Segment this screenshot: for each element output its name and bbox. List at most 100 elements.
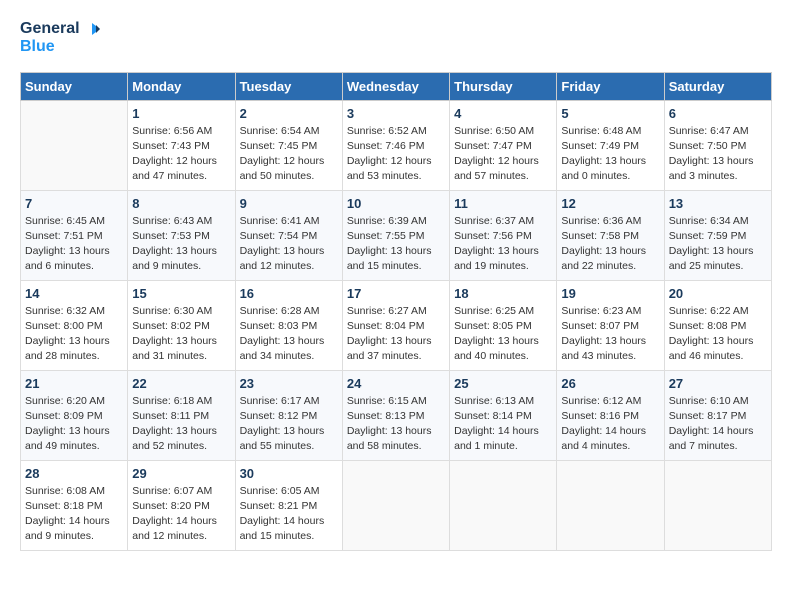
day-info: Sunrise: 6:32 AM Sunset: 8:00 PM Dayligh… xyxy=(25,304,123,365)
day-number: 1 xyxy=(132,106,230,121)
day-number: 26 xyxy=(561,376,659,391)
day-info: Sunrise: 6:15 AM Sunset: 8:13 PM Dayligh… xyxy=(347,394,445,455)
day-number: 19 xyxy=(561,286,659,301)
day-info: Sunrise: 6:43 AM Sunset: 7:53 PM Dayligh… xyxy=(132,214,230,275)
day-info: Sunrise: 6:52 AM Sunset: 7:46 PM Dayligh… xyxy=(347,124,445,185)
day-info: Sunrise: 6:17 AM Sunset: 8:12 PM Dayligh… xyxy=(240,394,338,455)
day-cell: 20 Sunrise: 6:22 AM Sunset: 8:08 PM Dayli… xyxy=(664,280,771,370)
day-info: Sunrise: 6:36 AM Sunset: 7:58 PM Dayligh… xyxy=(561,214,659,275)
day-number: 12 xyxy=(561,196,659,211)
day-cell xyxy=(21,100,128,190)
day-cell: 25 Sunrise: 6:13 AM Sunset: 8:14 PM Dayli… xyxy=(450,370,557,460)
logo-blue: Blue xyxy=(20,38,100,56)
day-cell: 11 Sunrise: 6:37 AM Sunset: 7:56 PM Dayli… xyxy=(450,190,557,280)
day-info: Sunrise: 6:10 AM Sunset: 8:17 PM Dayligh… xyxy=(669,394,767,455)
day-cell: 1 Sunrise: 6:56 AM Sunset: 7:43 PM Daylig… xyxy=(128,100,235,190)
week-row-2: 7 Sunrise: 6:45 AM Sunset: 7:51 PM Daylig… xyxy=(21,190,772,280)
week-row-1: 1 Sunrise: 6:56 AM Sunset: 7:43 PM Daylig… xyxy=(21,100,772,190)
day-cell: 12 Sunrise: 6:36 AM Sunset: 7:58 PM Dayli… xyxy=(557,190,664,280)
day-number: 23 xyxy=(240,376,338,391)
day-cell: 13 Sunrise: 6:34 AM Sunset: 7:59 PM Dayli… xyxy=(664,190,771,280)
day-info: Sunrise: 6:41 AM Sunset: 7:54 PM Dayligh… xyxy=(240,214,338,275)
day-info: Sunrise: 6:50 AM Sunset: 7:47 PM Dayligh… xyxy=(454,124,552,185)
day-cell: 3 Sunrise: 6:52 AM Sunset: 7:46 PM Daylig… xyxy=(342,100,449,190)
day-info: Sunrise: 6:45 AM Sunset: 7:51 PM Dayligh… xyxy=(25,214,123,275)
day-cell: 23 Sunrise: 6:17 AM Sunset: 8:12 PM Dayli… xyxy=(235,370,342,460)
day-number: 27 xyxy=(669,376,767,391)
day-number: 17 xyxy=(347,286,445,301)
column-header-friday: Friday xyxy=(557,72,664,100)
day-number: 3 xyxy=(347,106,445,121)
week-row-4: 21Sunrise: 6:20 AM Sunset: 8:09 PM Dayli… xyxy=(21,370,772,460)
day-cell: 17 Sunrise: 6:27 AM Sunset: 8:04 PM Dayli… xyxy=(342,280,449,370)
day-info: Sunrise: 6:20 AM Sunset: 8:09 PM Dayligh… xyxy=(25,394,123,455)
day-cell xyxy=(342,460,449,550)
day-number: 16 xyxy=(240,286,338,301)
day-cell: 16 Sunrise: 6:28 AM Sunset: 8:03 PM Dayli… xyxy=(235,280,342,370)
day-number: 28 xyxy=(25,466,123,481)
day-number: 11 xyxy=(454,196,552,211)
day-number: 2 xyxy=(240,106,338,121)
day-cell: 28 Sunrise: 6:08 AM Sunset: 8:18 PM Dayli… xyxy=(21,460,128,550)
day-number: 20 xyxy=(669,286,767,301)
logo: General Blue xyxy=(20,20,100,56)
day-info: Sunrise: 6:22 AM Sunset: 8:08 PM Dayligh… xyxy=(669,304,767,365)
day-info: Sunrise: 6:48 AM Sunset: 7:49 PM Dayligh… xyxy=(561,124,659,185)
day-number: 5 xyxy=(561,106,659,121)
day-number: 22 xyxy=(132,376,230,391)
day-info: Sunrise: 6:05 AM Sunset: 8:21 PM Dayligh… xyxy=(240,484,338,545)
day-info: Sunrise: 6:54 AM Sunset: 7:45 PM Dayligh… xyxy=(240,124,338,185)
calendar-table: SundayMondayTuesdayWednesdayThursdayFrid… xyxy=(20,72,772,551)
day-cell: 7 Sunrise: 6:45 AM Sunset: 7:51 PM Daylig… xyxy=(21,190,128,280)
day-number: 18 xyxy=(454,286,552,301)
day-number: 24 xyxy=(347,376,445,391)
day-cell: 22Sunrise: 6:18 AM Sunset: 8:11 PM Dayli… xyxy=(128,370,235,460)
day-cell xyxy=(664,460,771,550)
column-header-wednesday: Wednesday xyxy=(342,72,449,100)
day-number: 10 xyxy=(347,196,445,211)
day-info: Sunrise: 6:27 AM Sunset: 8:04 PM Dayligh… xyxy=(347,304,445,365)
day-info: Sunrise: 6:56 AM Sunset: 7:43 PM Dayligh… xyxy=(132,124,230,185)
week-row-3: 14 Sunrise: 6:32 AM Sunset: 8:00 PM Dayli… xyxy=(21,280,772,370)
day-cell: 6Sunrise: 6:47 AM Sunset: 7:50 PM Daylig… xyxy=(664,100,771,190)
page-header: General Blue xyxy=(20,20,772,56)
day-number: 8 xyxy=(132,196,230,211)
day-cell: 8 Sunrise: 6:43 AM Sunset: 7:53 PM Daylig… xyxy=(128,190,235,280)
day-info: Sunrise: 6:08 AM Sunset: 8:18 PM Dayligh… xyxy=(25,484,123,545)
day-cell: 30 Sunrise: 6:05 AM Sunset: 8:21 PM Dayli… xyxy=(235,460,342,550)
day-cell: 27 Sunrise: 6:10 AM Sunset: 8:17 PM Dayli… xyxy=(664,370,771,460)
column-header-thursday: Thursday xyxy=(450,72,557,100)
day-number: 13 xyxy=(669,196,767,211)
day-cell: 19 Sunrise: 6:23 AM Sunset: 8:07 PM Dayli… xyxy=(557,280,664,370)
day-cell: 15 Sunrise: 6:30 AM Sunset: 8:02 PM Dayli… xyxy=(128,280,235,370)
day-number: 7 xyxy=(25,196,123,211)
day-number: 29 xyxy=(132,466,230,481)
day-info: Sunrise: 6:13 AM Sunset: 8:14 PM Dayligh… xyxy=(454,394,552,455)
day-cell xyxy=(557,460,664,550)
day-cell: 9 Sunrise: 6:41 AM Sunset: 7:54 PM Daylig… xyxy=(235,190,342,280)
day-cell: 2 Sunrise: 6:54 AM Sunset: 7:45 PM Daylig… xyxy=(235,100,342,190)
day-info: Sunrise: 6:39 AM Sunset: 7:55 PM Dayligh… xyxy=(347,214,445,275)
column-headers: SundayMondayTuesdayWednesdayThursdayFrid… xyxy=(21,72,772,100)
day-cell: 14 Sunrise: 6:32 AM Sunset: 8:00 PM Dayli… xyxy=(21,280,128,370)
day-cell: 24 Sunrise: 6:15 AM Sunset: 8:13 PM Dayli… xyxy=(342,370,449,460)
day-info: Sunrise: 6:23 AM Sunset: 8:07 PM Dayligh… xyxy=(561,304,659,365)
logo-general: General xyxy=(20,20,80,38)
day-number: 25 xyxy=(454,376,552,391)
day-info: Sunrise: 6:34 AM Sunset: 7:59 PM Dayligh… xyxy=(669,214,767,275)
week-row-5: 28 Sunrise: 6:08 AM Sunset: 8:18 PM Dayli… xyxy=(21,460,772,550)
day-info: Sunrise: 6:12 AM Sunset: 8:16 PM Dayligh… xyxy=(561,394,659,455)
day-info: Sunrise: 6:28 AM Sunset: 8:03 PM Dayligh… xyxy=(240,304,338,365)
day-number: 14 xyxy=(25,286,123,301)
day-number: 9 xyxy=(240,196,338,211)
day-cell xyxy=(450,460,557,550)
day-info: Sunrise: 6:47 AM Sunset: 7:50 PM Dayligh… xyxy=(669,124,767,185)
day-cell: 4Sunrise: 6:50 AM Sunset: 7:47 PM Daylig… xyxy=(450,100,557,190)
day-info: Sunrise: 6:37 AM Sunset: 7:56 PM Dayligh… xyxy=(454,214,552,275)
column-header-monday: Monday xyxy=(128,72,235,100)
logo-arrow-icon xyxy=(82,20,100,38)
day-number: 30 xyxy=(240,466,338,481)
day-info: Sunrise: 6:30 AM Sunset: 8:02 PM Dayligh… xyxy=(132,304,230,365)
column-header-tuesday: Tuesday xyxy=(235,72,342,100)
day-number: 15 xyxy=(132,286,230,301)
